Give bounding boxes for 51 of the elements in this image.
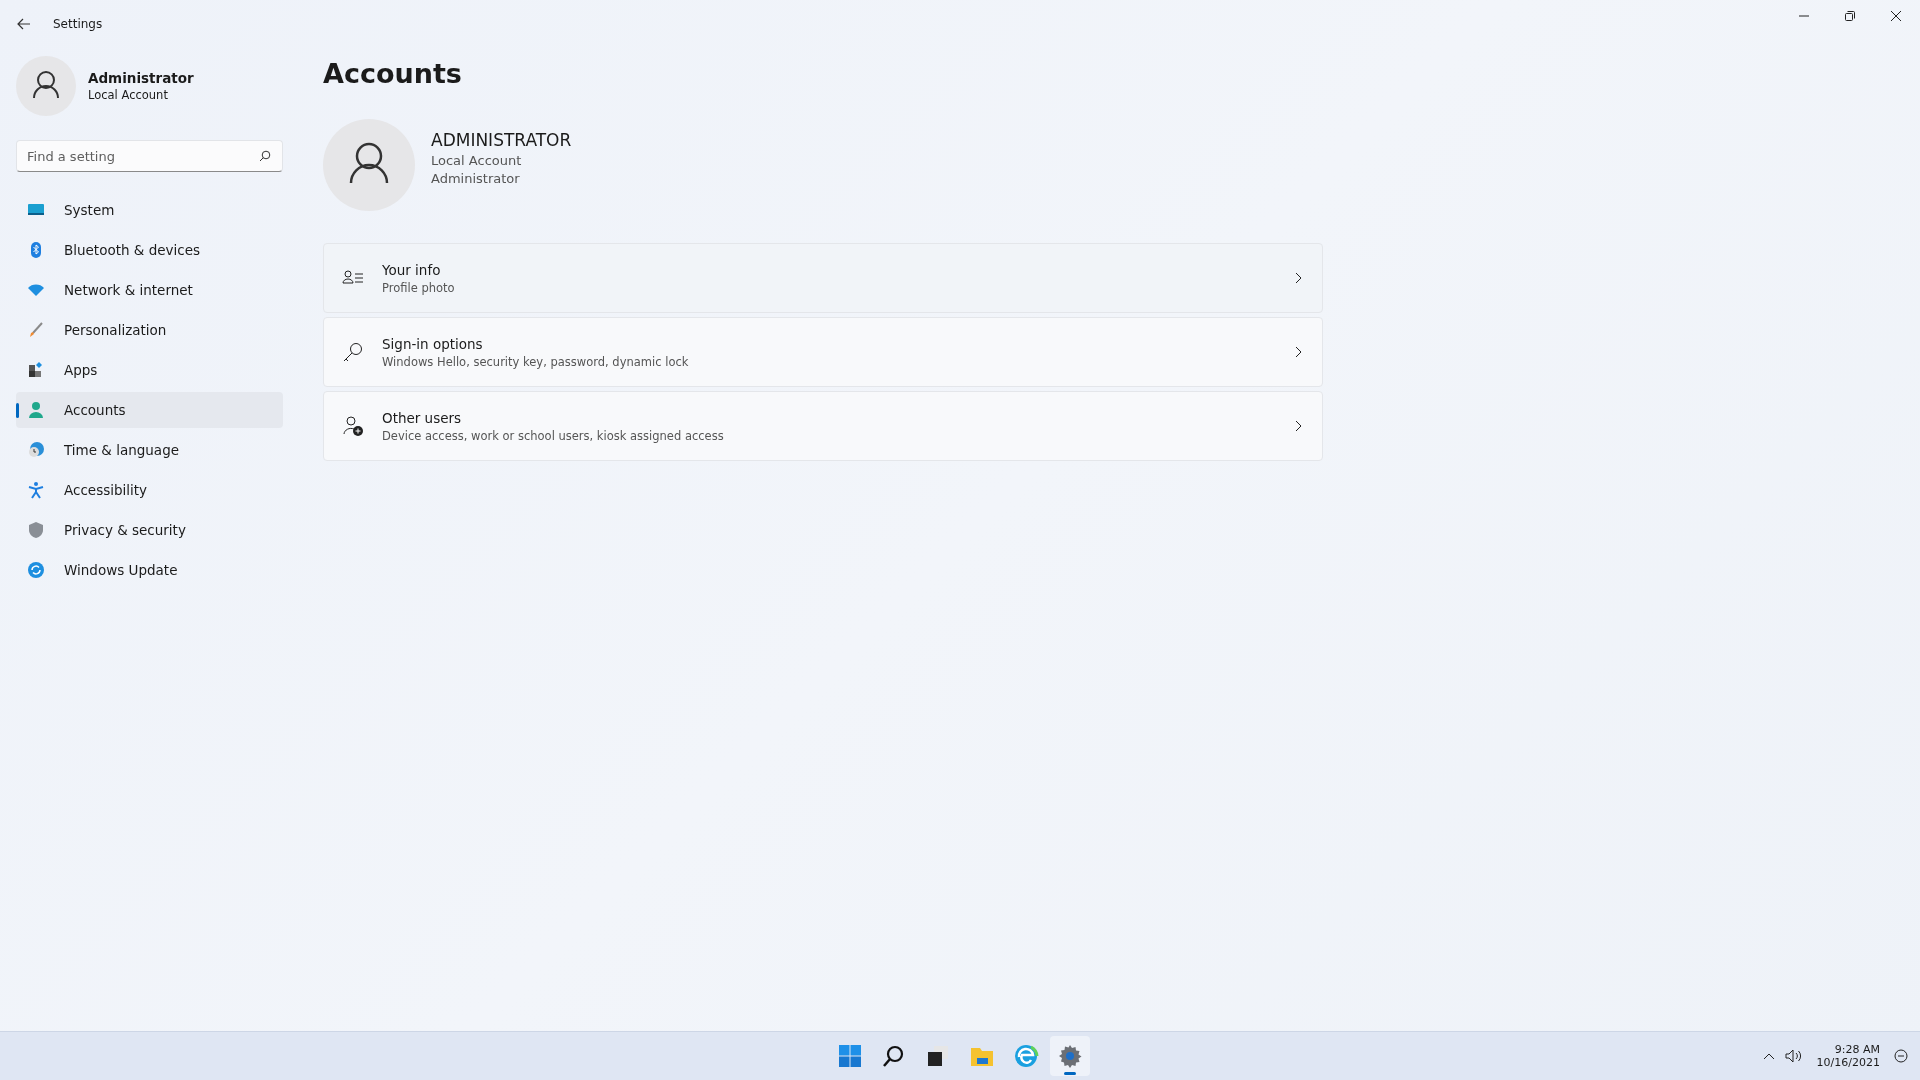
sidebar-item[interactable]: Network & internet	[16, 272, 283, 308]
chevron-icon	[1294, 272, 1302, 284]
clock[interactable]: 9:28 AM 10/16/2021	[1812, 1043, 1884, 1069]
settings-card[interactable]: Your info Profile photo	[323, 243, 1323, 313]
settings-icon	[1057, 1043, 1083, 1069]
user-detail: Local Account	[431, 153, 523, 168]
speaker-icon[interactable]	[1784, 1049, 1803, 1063]
notification-icon[interactable]	[1894, 1049, 1908, 1063]
card-subtitle: Profile photo	[382, 280, 456, 295]
search-field[interactable]: Find a setting	[16, 140, 283, 172]
person-add-icon	[342, 415, 364, 437]
accessibility-icon	[27, 481, 45, 499]
search-icon	[259, 150, 271, 162]
chevron-icon	[1294, 346, 1302, 358]
sidebar-item[interactable]: System	[16, 192, 283, 228]
refresh-icon	[27, 561, 45, 579]
apps-icon	[27, 361, 45, 379]
close-icon[interactable]	[1890, 10, 1902, 22]
sidebar-item[interactable]: Bluetooth & devices	[16, 232, 283, 268]
shield-icon	[27, 521, 45, 539]
card-subtitle: Device access, work or school users, kiosk assigned access	[382, 428, 725, 443]
window-title: Settings	[53, 17, 103, 31]
sidebar-item[interactable]: Personalization	[16, 312, 283, 348]
sidebar-item[interactable]: Apps	[16, 352, 283, 388]
settings-card[interactable]: Other users Device access, work or school users, kiosk assigned access	[323, 391, 1323, 461]
account-type: Local Account	[88, 88, 169, 102]
sidebar-item[interactable]: Windows Update	[16, 552, 283, 588]
chevron-up-icon[interactable]	[1762, 1052, 1775, 1060]
profile-name: Administrator	[88, 70, 194, 86]
brush-icon	[27, 321, 45, 339]
restore-icon[interactable]	[1844, 10, 1856, 22]
task-view-icon	[925, 1043, 951, 1069]
person-icon	[27, 401, 45, 419]
avatar-icon	[16, 56, 76, 116]
user-name: ADMINISTRATOR	[431, 130, 572, 150]
card-title: Your info	[382, 261, 442, 278]
card-title: Other users	[382, 409, 463, 426]
user-detail: Administrator	[431, 171, 521, 186]
start-icon	[837, 1043, 863, 1069]
sidebar-item[interactable]: Privacy & security	[16, 512, 283, 548]
chevron-icon	[1294, 420, 1302, 432]
back-icon[interactable]	[17, 18, 31, 30]
card-title: Sign-in options	[382, 335, 484, 352]
page-title: Accounts	[323, 58, 463, 89]
sidebar-item[interactable]: Accounts	[16, 392, 283, 428]
sidebar-item[interactable]: Accessibility	[16, 472, 283, 508]
card-subtitle: Windows Hello, security key, password, dynamic lock	[382, 354, 690, 369]
settings-card[interactable]: Sign-in options Windows Hello, security key, password, dynamic lock	[323, 317, 1323, 387]
avatar-icon	[323, 119, 415, 211]
sidebar-item[interactable]: Time & language	[16, 432, 283, 468]
browser-icon	[1013, 1043, 1039, 1069]
